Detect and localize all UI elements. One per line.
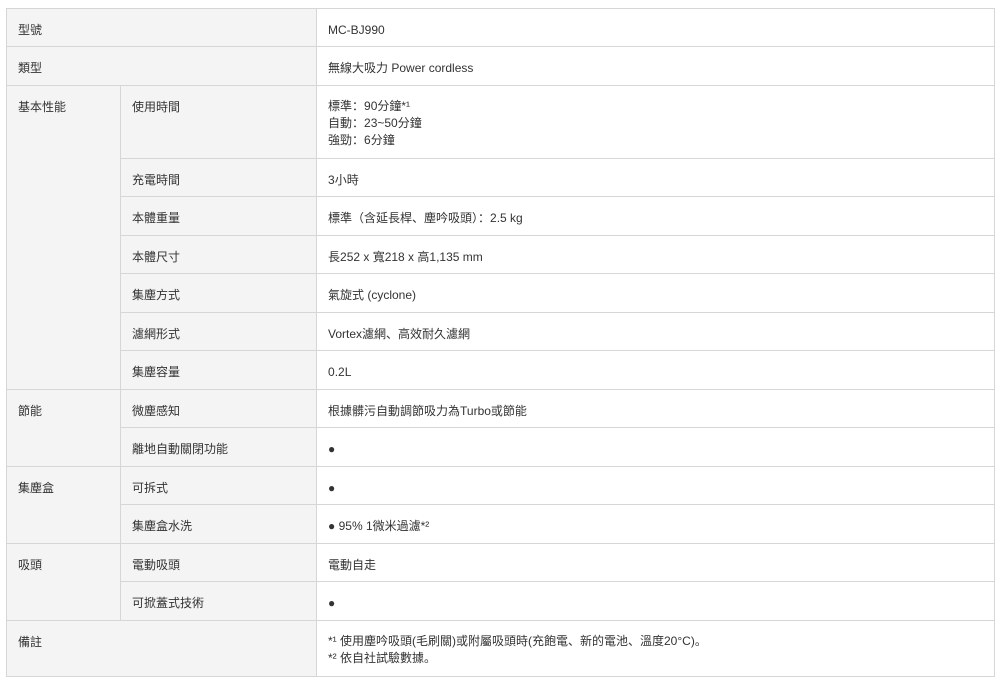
item-value: 0.2L	[316, 350, 996, 390]
item-value: ●	[316, 466, 996, 505]
value-line: 標準：90分鐘*¹	[328, 99, 411, 113]
item-label: 離地自動關閉功能	[119, 427, 318, 467]
table-row: 類型 無線大吸力 Power cordless	[5, 46, 996, 86]
spec-page: 型號 MC-BJ990 類型 無線大吸力 Power cordless 基本性能…	[0, 0, 1000, 686]
row-value: 無線大吸力 Power cordless	[316, 46, 996, 86]
table-row: 離地自動關閉功能 ●	[7, 427, 996, 467]
item-value: ● 95% 1微米過濾*²	[316, 504, 996, 544]
item-value: 長252 x 寬218 x 高1,135 mm	[316, 235, 996, 274]
value-line: 自動：23~50分鐘	[328, 116, 422, 130]
table-row: 節能 微塵感知 根據髒污自動調節吸力為Turbo或節能	[6, 389, 996, 467]
notes-value: *¹ 使用塵吟吸頭(毛刷關)或附屬吸頭時(充飽電、新的電池、溫度20°C)。 *…	[316, 620, 996, 677]
item-value: 根據髒污自動調節吸力為Turbo或節能	[316, 389, 996, 428]
group-label-head: 吸頭	[6, 543, 121, 621]
row-value: MC-BJ990	[316, 8, 996, 47]
table-row: 備註 *¹ 使用塵吟吸頭(毛刷關)或附屬吸頭時(充飽電、新的電池、溫度20°C)…	[5, 620, 996, 677]
item-value: ●	[316, 427, 996, 467]
item-value: 氣旋式 (cyclone)	[316, 273, 996, 313]
item-label: 集塵容量	[119, 350, 318, 390]
item-label: 集塵盒水洗	[119, 504, 318, 544]
spec-table: 型號 MC-BJ990 類型 無線大吸力 Power cordless 基本性能…	[5, 8, 996, 677]
table-row: 集塵方式 氣旋式 (cyclone)	[7, 273, 996, 313]
notes-label: 備註	[5, 620, 318, 677]
table-row: 集塵盒 可拆式 ●	[6, 466, 996, 544]
row-label: 型號	[5, 8, 318, 47]
table-row: 型號 MC-BJ990	[5, 8, 996, 47]
item-value: 3小時	[316, 158, 996, 197]
table-row: 集塵盒水洗 ● 95% 1微米過濾*²	[7, 504, 996, 544]
item-label: 可拆式	[119, 466, 318, 505]
item-label: 本體尺寸	[119, 235, 318, 274]
item-label: 使用時間	[119, 85, 318, 159]
item-label: 集塵方式	[119, 273, 318, 313]
note-line: *¹ 使用塵吟吸頭(毛刷關)或附屬吸頭時(充飽電、新的電池、溫度20°C)。	[328, 634, 707, 648]
row-label: 類型	[5, 46, 318, 86]
table-row: 基本性能 使用時間 標準：90分鐘*¹ 自動：23~50分鐘 強勁：6分鐘	[6, 85, 996, 390]
table-row: 本體重量 標準（含延長桿、塵吟吸頭）：2.5 kg	[7, 196, 996, 236]
item-label: 本體重量	[119, 196, 318, 236]
table-row: 充電時間 3小時	[7, 158, 996, 197]
group-label-energy: 節能	[6, 389, 121, 467]
item-label: 可掀蓋式技術	[119, 581, 318, 621]
item-value: 電動自走	[316, 543, 996, 582]
item-label: 電動吸頭	[119, 543, 318, 582]
item-label: 微塵感知	[119, 389, 318, 428]
table-row: 可掀蓋式技術 ●	[7, 581, 996, 621]
value-line: 強勁：6分鐘	[328, 133, 395, 147]
item-label: 濾網形式	[119, 312, 318, 351]
item-value: ●	[316, 581, 996, 621]
group-label-basic: 基本性能	[6, 85, 121, 390]
item-label: 充電時間	[119, 158, 318, 197]
note-line: *² 依自社試驗數據。	[328, 651, 437, 665]
table-row: 吸頭 電動吸頭 電動自走	[6, 543, 996, 621]
table-row: 集塵容量 0.2L	[7, 350, 996, 390]
table-row: 濾網形式 Vortex濾網、高效耐久濾網	[7, 312, 996, 351]
group-label-dustbox: 集塵盒	[6, 466, 121, 544]
item-value: Vortex濾網、高效耐久濾網	[316, 312, 996, 351]
table-row: 本體尺寸 長252 x 寬218 x 高1,135 mm	[7, 235, 996, 274]
item-value: 標準（含延長桿、塵吟吸頭）：2.5 kg	[316, 196, 996, 236]
usage-time-value: 標準：90分鐘*¹ 自動：23~50分鐘 強勁：6分鐘	[316, 85, 996, 159]
